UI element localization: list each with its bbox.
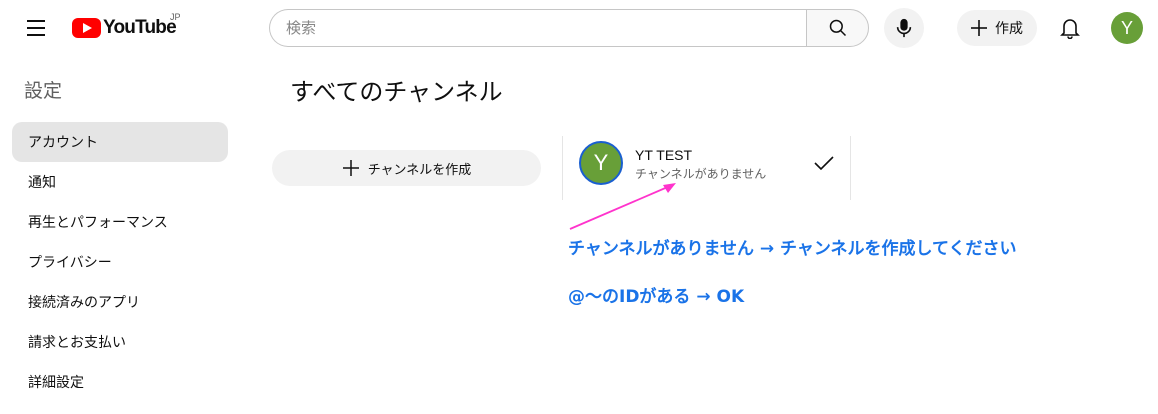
- logo-text: YouTube: [103, 17, 177, 38]
- search-icon: [829, 19, 846, 37]
- settings-sidebar: アカウント 通知 再生とパフォーマンス プライバシー 接続済みのアプリ 請求とお…: [12, 122, 228, 402]
- plus-icon: [971, 20, 987, 36]
- settings-heading: 設定: [24, 80, 63, 102]
- sidebar-item-account[interactable]: アカウント: [12, 122, 228, 162]
- sidebar-item-playback[interactable]: 再生とパフォーマンス: [12, 202, 228, 242]
- sidebar-item-connected-apps[interactable]: 接続済みのアプリ: [12, 282, 228, 322]
- channel-name: YT TEST: [635, 147, 693, 163]
- youtube-logo[interactable]: YouTube JP: [72, 12, 181, 42]
- microphone-icon: [896, 18, 912, 38]
- top-bar: YouTube JP 作成 Y: [0, 0, 1158, 56]
- youtube-play-icon: [72, 18, 101, 38]
- search-button[interactable]: [806, 9, 869, 47]
- annotation-has-id: @～のIDがある → OK: [568, 287, 745, 307]
- search-bar: [269, 9, 869, 47]
- bell-icon: [1060, 19, 1080, 39]
- sidebar-item-advanced[interactable]: 詳細設定: [12, 362, 228, 402]
- account-avatar[interactable]: Y: [1111, 12, 1143, 44]
- annotation-no-channel: チャンネルがありません → チャンネルを作成してください: [568, 239, 1017, 259]
- create-button-label: 作成: [995, 21, 1023, 37]
- create-channel-button[interactable]: チャンネルを作成: [272, 150, 541, 186]
- create-button[interactable]: 作成: [957, 10, 1037, 46]
- create-channel-label: チャンネルを作成: [367, 162, 472, 178]
- logo-region-code: JP: [170, 12, 181, 22]
- voice-search-button[interactable]: [884, 8, 924, 48]
- page-title: すべてのチャンネル: [290, 78, 503, 106]
- sidebar-item-privacy[interactable]: プライバシー: [12, 242, 228, 282]
- sidebar-item-billing[interactable]: 請求とお支払い: [12, 322, 228, 362]
- search-input[interactable]: [269, 9, 806, 47]
- annotation-arrow: [569, 183, 676, 230]
- channel-avatar: Y: [579, 141, 623, 185]
- check-icon: [814, 156, 834, 171]
- notifications-button[interactable]: [1050, 8, 1090, 48]
- sidebar-item-notifications[interactable]: 通知: [12, 162, 228, 202]
- hamburger-menu-icon[interactable]: [16, 8, 56, 48]
- plus-icon: [342, 160, 359, 176]
